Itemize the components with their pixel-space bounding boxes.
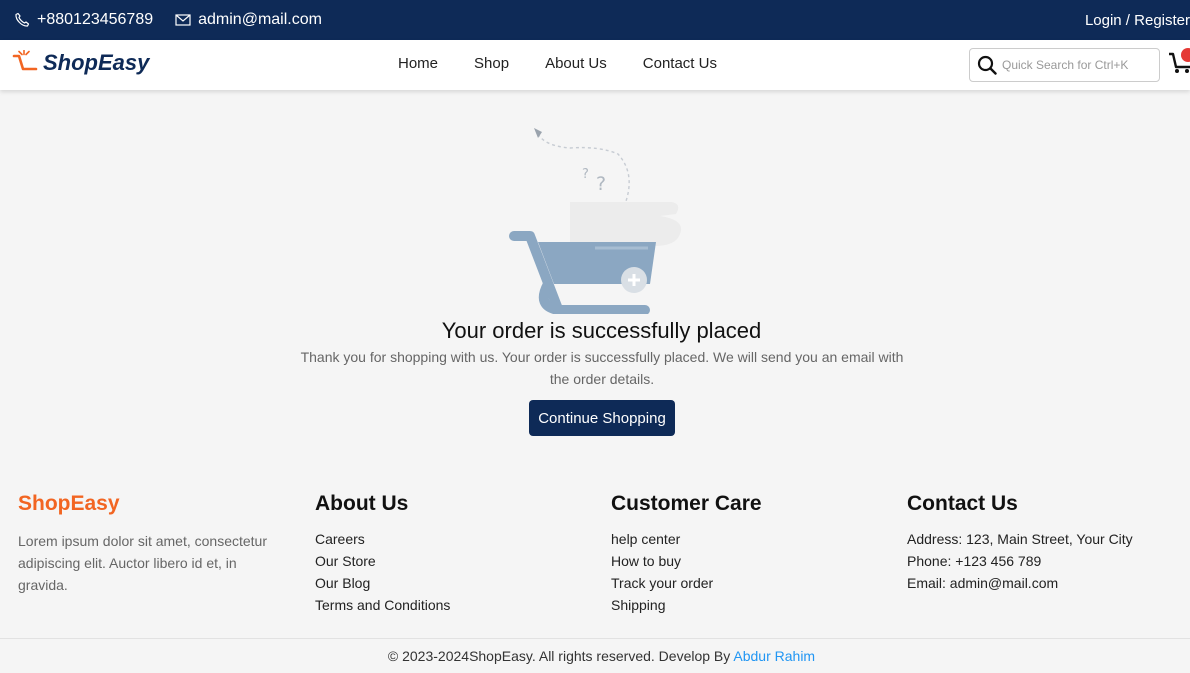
author-link[interactable]: Abdur Rahim — [733, 648, 815, 664]
svg-text:?: ? — [582, 167, 589, 182]
footer-contact-title: Contact Us — [907, 492, 1018, 515]
phone-contact[interactable]: +880123456789 — [14, 11, 153, 29]
nav-contact-us[interactable]: Contact Us — [643, 55, 717, 72]
svg-text:?: ? — [596, 173, 606, 195]
footer-brand: ShopEasy — [18, 492, 120, 515]
brand-name: ShopEasy — [43, 50, 150, 75]
footer-link-track-order[interactable]: Track your order — [611, 572, 762, 594]
site-footer: ShopEasy Lorem ipsum dolor sit amet, con… — [0, 490, 1190, 638]
footer-phone: Phone: +123 456 789 — [907, 553, 1042, 569]
order-success-section: ? ? Your order is successfully placed Th… — [0, 90, 1190, 470]
footer-link-our-store[interactable]: Our Store — [315, 550, 450, 572]
copyright-text: © 2023-2024ShopEasy. All rights reserved… — [387, 648, 731, 664]
main-navbar: ShopEasy Home Shop About Us Contact Us Q… — [0, 40, 1190, 90]
footer-link-how-to-buy[interactable]: How to buy — [611, 550, 762, 572]
success-message: Thank you for shopping with us. Your ord… — [300, 349, 904, 387]
footer-link-help-center[interactable]: help center — [611, 528, 762, 550]
empty-cart-illustration: ? ? — [509, 128, 682, 314]
mail-icon — [175, 14, 191, 26]
email-address: admin@mail.com — [198, 11, 322, 28]
footer-link-shipping[interactable]: Shipping — [611, 594, 762, 616]
top-bar: +880123456789 admin@mail.com Login / Reg… — [0, 0, 1190, 40]
footer-email: Email: admin@mail.com — [907, 575, 1059, 591]
footer-link-careers[interactable]: Careers — [315, 528, 450, 550]
phone-number: +880123456789 — [37, 11, 154, 28]
nav-home[interactable]: Home — [398, 55, 438, 72]
footer-about-text: Lorem ipsum dolor sit amet, consectetur … — [18, 533, 267, 593]
footer-about-title: About Us — [315, 492, 409, 515]
footer-contact-column: Contact Us Address: 123, Main Street, Yo… — [907, 490, 1133, 594]
footer-about-column: About Us Careers Our Store Our Blog Term… — [315, 490, 450, 616]
email-contact[interactable]: admin@mail.com — [175, 11, 322, 29]
copyright-bar: © 2023-2024ShopEasy. All rights reserved… — [0, 648, 1190, 664]
continue-shopping-button[interactable]: Continue Shopping — [529, 400, 675, 436]
login-register-link[interactable]: Login / Register — [1085, 0, 1190, 40]
phone-icon — [15, 12, 30, 27]
brand-logo[interactable]: ShopEasy — [12, 50, 149, 76]
footer-link-terms[interactable]: Terms and Conditions — [315, 594, 450, 616]
footer-address: Address: 123, Main Street, Your City — [907, 531, 1133, 547]
footer-customer-care-column: Customer Care help center How to buy Tra… — [611, 490, 762, 616]
nav-shop[interactable]: Shop — [474, 55, 509, 72]
footer-brand-column: ShopEasy Lorem ipsum dolor sit amet, con… — [18, 490, 298, 596]
search-icon — [977, 55, 997, 75]
cart-count-badge — [1181, 48, 1190, 62]
nav-about-us[interactable]: About Us — [545, 55, 607, 72]
footer-customer-care-title: Customer Care — [611, 492, 762, 515]
success-heading: Your order is successfully placed — [441, 318, 762, 343]
search-placeholder: Quick Search for Ctrl+K — [1002, 58, 1129, 72]
footer-divider — [0, 638, 1190, 639]
main-nav: Home Shop About Us Contact Us — [398, 55, 753, 72]
footer-link-our-blog[interactable]: Our Blog — [315, 572, 450, 594]
brand-cart-icon — [12, 50, 38, 71]
quick-search-input[interactable]: Quick Search for Ctrl+K — [969, 48, 1160, 82]
